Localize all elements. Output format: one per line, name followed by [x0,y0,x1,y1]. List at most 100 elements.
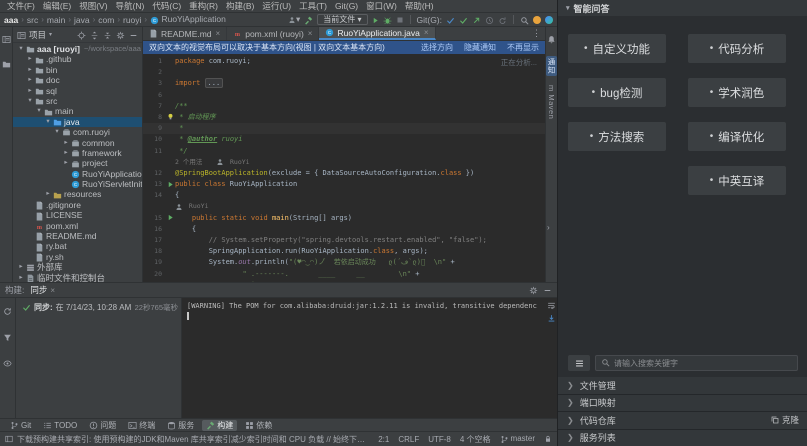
toolwindow-git[interactable]: Git [6,420,35,431]
tree-item[interactable]: ▾com.ruoyi [13,127,142,137]
tree-item[interactable]: ▸resources [13,189,142,199]
ai-section-端口映射[interactable]: ❯端口映射 [558,395,807,412]
sync-status-row[interactable]: 同步: 在 7/14/23, 10:28 AM 22秒765毫秒 [22,302,178,313]
breadcrumb-item[interactable]: aaa [4,15,18,25]
close-icon[interactable]: × [216,29,221,38]
soft-wrap-button[interactable] [547,301,556,310]
git-commit-button[interactable] [459,14,468,24]
close-icon[interactable]: × [308,29,313,38]
editor-tab[interactable]: CRuoYiApplication.java× [319,27,435,40]
tree-item[interactable]: CRuoYiApplication [13,169,142,179]
search-everywhere-button[interactable] [520,14,529,24]
menu-item[interactable]: 窗口(W) [362,0,401,12]
editor-tab[interactable]: mpom.xml (ruoyi)× [227,27,319,40]
chevron-right-icon[interactable]: ▸ [62,158,70,168]
tree-item[interactable]: CRuoYiServletInitiali [13,179,142,189]
chevron-right-icon[interactable]: ▸ [26,86,34,96]
build-button[interactable] [304,14,313,24]
run-config-select[interactable]: 当前文件 ▾ [317,14,367,25]
chevron-right-icon[interactable]: ▸ [62,138,70,148]
ai-function-button[interactable]: •bug检测 [568,78,666,107]
breadcrumb-item[interactable]: main [47,15,65,25]
close-icon[interactable]: × [424,28,429,37]
view-options-button[interactable] [3,355,12,373]
caret-position[interactable]: 2:1 [378,435,389,444]
ai-function-button[interactable]: •编译优化 [688,122,786,151]
clone-button[interactable]: 克隆 [771,414,799,426]
search-input[interactable] [614,359,792,368]
git-branch[interactable]: master [500,434,535,443]
breadcrumb-item[interactable]: java [74,15,90,25]
menu-item[interactable]: 编辑(E) [39,0,75,12]
build-settings-button[interactable] [529,285,538,295]
ai-function-button[interactable]: •中英互译 [688,166,786,195]
ai-function-button[interactable]: •自定义功能 [568,34,666,63]
tree-item[interactable]: ▸doc [13,75,142,85]
tree-item[interactable]: ▸临时文件和控制台 [13,273,142,282]
toolwindow-终端[interactable]: 终端 [124,420,159,431]
debug-button[interactable] [383,14,392,24]
tree-item[interactable]: ▾main [13,106,142,116]
build-tab-sync[interactable]: 同步 × [30,284,55,296]
project-stripe-button[interactable] [2,31,11,49]
ai-function-button[interactable]: •方法搜索 [568,122,666,151]
chevron-down-icon[interactable]: ▾ [17,44,25,54]
chevron-down-icon[interactable]: ▾ [26,96,34,106]
run-gutter[interactable] [165,213,175,224]
tree-item[interactable]: ry.sh [13,252,142,262]
code-editor[interactable]: 正在分析... 1package com.ruoyi;23import ...6… [143,54,545,282]
profile-button[interactable]: ▾ [288,14,300,25]
menu-item[interactable]: 工具(T) [295,0,331,12]
ai-function-button[interactable]: •学术润色 [688,78,786,107]
collapse-panel-icon[interactable]: › [547,223,550,232]
indent-setting[interactable]: 4 个空格 [460,434,491,445]
intention-bulb[interactable] [165,112,175,123]
ai-section-代码仓库[interactable]: ❯代码仓库 克隆 [558,412,807,429]
chevron-right-icon[interactable]: ▸ [26,65,34,75]
locate-file-button[interactable] [77,29,86,39]
ai-function-button[interactable]: •代码分析 [688,34,786,63]
toolwindow-依赖[interactable]: 依赖 [241,420,276,431]
ai-section-文件管理[interactable]: ❯文件管理 [558,377,807,394]
panel-options-button[interactable] [116,29,125,39]
plugin-ai-icon[interactable] [545,16,553,24]
menu-item[interactable]: 视图(V) [75,0,111,12]
rerun-build-button[interactable] [3,303,12,321]
tree-item[interactable]: ▸bin [13,65,142,75]
toolwindow-问题[interactable]: 问题 [85,420,120,431]
chevron-down-icon[interactable]: ▾ [44,117,52,127]
chevron-right-icon[interactable]: ▸ [62,148,70,158]
maven-tab[interactable]: m Maven [547,83,556,121]
notifications-tab[interactable]: 通知 [546,56,557,76]
plugin-orange-icon[interactable] [533,16,541,24]
tab-options-icon[interactable]: ⋮ [532,28,541,39]
expand-all-button[interactable] [90,29,99,39]
menu-button[interactable] [568,355,590,371]
tree-item[interactable]: ▸project [13,158,142,168]
hide-build-button[interactable] [543,285,552,295]
chevron-right-icon[interactable]: ▸ [44,189,52,199]
ai-section-服务列表[interactable]: ❯服务列表 [558,430,807,446]
tree-item[interactable]: ▾java [13,117,142,127]
breadcrumb-item[interactable]: com [98,15,114,25]
toolwindow-todo[interactable]: TODO [39,420,81,431]
breadcrumb-item[interactable]: src [27,15,38,25]
run-button[interactable] [372,15,379,25]
chevron-down-icon[interactable]: ▾ [35,106,43,116]
tree-item[interactable]: mpom.xml [13,221,142,231]
stop-button[interactable] [396,15,404,25]
menu-item[interactable]: 导航(N) [112,0,149,12]
chevron-right-icon[interactable]: ▸ [17,273,25,282]
tree-item[interactable]: ▸common [13,138,142,148]
tree-item[interactable]: LICENSE [13,210,142,220]
breadcrumb-item[interactable]: C RuoYiApplication [150,14,226,24]
folder-stripe-button[interactable] [2,56,11,74]
line-ending[interactable]: CRLF [398,435,419,444]
chevron-right-icon[interactable]: ▸ [26,54,34,64]
status-message[interactable]: 下载预构建共享索引: 使用预构建的JDK和Maven 库共享索引减少索引时间和 … [17,434,369,445]
hide-panel-button[interactable] [129,29,138,39]
editor-tab[interactable]: README.md× [143,27,227,40]
toolwindow-构建[interactable]: 构建 [202,420,237,431]
banner-action-link[interactable]: 不再显示 [507,43,539,52]
close-icon[interactable]: × [50,286,55,295]
